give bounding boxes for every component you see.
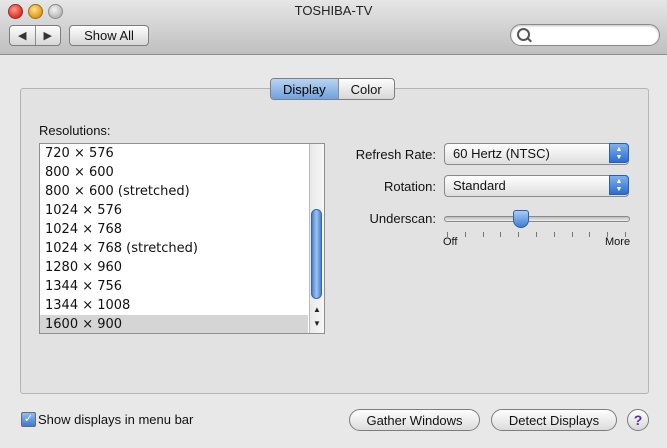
scroll-down-arrow-icon[interactable]: ▼ <box>310 317 324 330</box>
popup-arrows-icon: ▲ ▼ <box>609 143 629 163</box>
underscan-slider-track[interactable] <box>444 216 630 222</box>
show-in-menubar-checkbox[interactable]: ✓ <box>21 412 36 427</box>
back-arrow-icon[interactable]: ◀ <box>10 26 35 45</box>
refresh-rate-label: Refresh Rate: <box>355 147 436 162</box>
refresh-rate-popup[interactable]: 60 Hertz (NTSC) ▲ ▼ <box>444 143 629 165</box>
resolution-list-item[interactable]: 1280 × 960 <box>40 258 308 277</box>
window-titlebar: TOSHIBA-TV ◀ ▶ Show All <box>0 0 667 55</box>
underscan-tick <box>571 232 573 237</box>
rotation-value: Standard <box>453 178 506 193</box>
rotation-popup[interactable]: Standard ▲ ▼ <box>444 175 629 197</box>
tab-bar: Display Color <box>270 78 395 100</box>
underscan-tick <box>464 232 466 237</box>
resolutions-scrollbar[interactable]: ▲ ▼ <box>309 144 324 333</box>
resolution-list-item[interactable]: 1024 × 768 <box>40 220 308 239</box>
detect-displays-button[interactable]: Detect Displays <box>491 409 617 431</box>
search-icon <box>517 28 530 41</box>
resolutions-list[interactable]: ▲ ▼ 720 × 576 800 × 600 800 × 600 (stretch… <box>39 143 325 334</box>
underscan-slider-thumb[interactable] <box>512 210 529 228</box>
tab-display[interactable]: Display <box>271 79 338 99</box>
resolution-list-item[interactable]: 1344 × 756 <box>40 277 308 296</box>
forward-arrow-icon[interactable]: ▶ <box>34 26 61 45</box>
scroll-up-arrow-icon[interactable]: ▲ <box>310 303 324 316</box>
underscan-label: Underscan: <box>369 211 436 226</box>
refresh-rate-value: 60 Hertz (NTSC) <box>453 146 550 161</box>
resolution-list-item[interactable]: 720 × 576 <box>40 144 308 163</box>
help-icon[interactable]: ? <box>627 409 649 431</box>
resolution-list-item[interactable]: 1024 × 576 <box>40 201 308 220</box>
underscan-max-label: More <box>605 236 631 248</box>
resolution-list-item[interactable]: 1024 × 768 (stretched) <box>40 239 308 258</box>
underscan-tick <box>482 232 484 237</box>
rotation-label: Rotation: <box>383 179 436 194</box>
resolution-list-item[interactable]: 1600 × 900 <box>40 315 308 333</box>
show-in-menubar-label: Show displays in menu bar <box>38 412 194 427</box>
gather-windows-button[interactable]: Gather Windows <box>349 409 480 431</box>
search-input[interactable] <box>535 27 657 44</box>
underscan-tick <box>553 232 555 237</box>
underscan-tick <box>536 232 537 237</box>
tab-color[interactable]: Color <box>337 79 394 99</box>
checkmark-icon: ✓ <box>23 413 34 425</box>
popup-arrows-icon: ▲ ▼ <box>609 175 629 195</box>
resolutions-label: Resolutions: <box>39 123 111 138</box>
underscan-tick <box>589 232 591 237</box>
underscan-tick <box>500 232 502 237</box>
underscan-tick <box>518 232 520 237</box>
resolution-list-item[interactable]: 800 × 600 (stretched) <box>40 182 308 201</box>
resolution-list-item[interactable]: 1344 × 1008 <box>40 296 308 315</box>
back-forward-control: ◀ ▶ <box>9 25 61 46</box>
scroll-up-cap <box>310 146 324 159</box>
search-field[interactable] <box>510 24 660 46</box>
resolution-list-item[interactable]: 800 × 600 <box>40 163 308 182</box>
window-title: TOSHIBA-TV <box>294 3 373 18</box>
scrollbar-thumb[interactable] <box>311 209 322 299</box>
show-all-button[interactable]: Show All <box>69 25 149 46</box>
underscan-min-label: Off <box>443 236 458 248</box>
